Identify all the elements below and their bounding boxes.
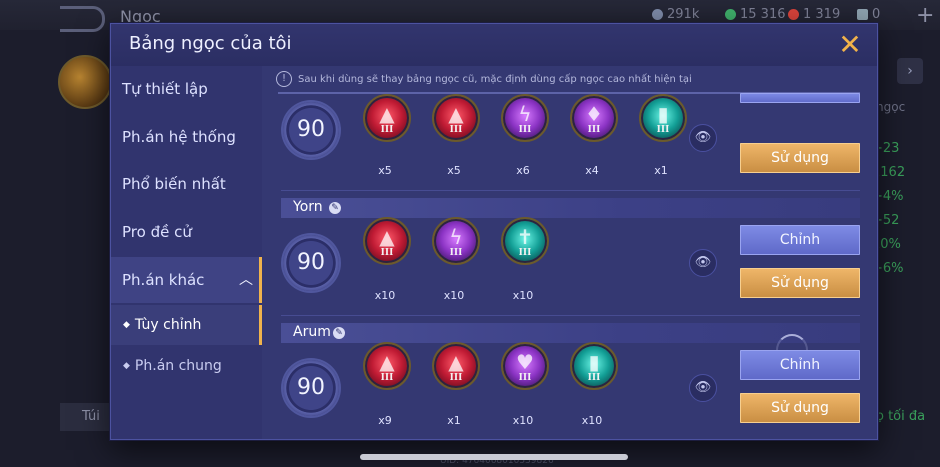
card-counter: 0 <box>857 7 880 22</box>
sidebar-item-system[interactable]: Ph.án hệ thống <box>111 114 262 160</box>
teal-rune-icon[interactable]: ▮ III <box>639 94 687 142</box>
rune-count: x5 <box>378 164 392 177</box>
divider <box>281 315 860 316</box>
eye-icon[interactable]: 👁 <box>689 124 717 152</box>
coin-counter: 291k <box>652 7 699 22</box>
eye-icon[interactable]: 👁 <box>689 374 717 402</box>
bullet-icon: ◆ <box>123 320 130 330</box>
add-icon[interactable]: + <box>916 3 934 28</box>
rune-count: x10 <box>512 414 534 427</box>
rune-count: x6 <box>516 164 530 177</box>
rune-count: x5 <box>447 164 461 177</box>
set-name: Yorn <box>293 199 323 215</box>
purple-rune-icon[interactable]: ♦ III <box>570 94 618 142</box>
sidebar-item-custom[interactable]: Tự thiết lập <box>111 66 262 112</box>
divider <box>281 190 860 191</box>
bullet-icon: ◆ <box>123 361 130 371</box>
card-icon <box>857 9 868 20</box>
sidebar-subitem-general[interactable]: ◆ Ph.án chung <box>111 346 262 386</box>
red-rune-icon[interactable]: ▲ III <box>432 342 480 390</box>
teal-rune-icon[interactable]: ✝ III <box>501 217 549 265</box>
sidebar-item-other[interactable]: Ph.án khác ︿ <box>111 257 262 303</box>
rune-level: 90 <box>283 235 339 291</box>
sidebar-item-popular[interactable]: Phổ biến nhất <box>111 161 262 207</box>
red-rune-icon[interactable]: ▲ III <box>363 342 411 390</box>
diamond-counter: 15 316 <box>725 7 786 22</box>
rune-count: x9 <box>378 414 392 427</box>
pencil-icon[interactable]: ✎ <box>329 202 341 214</box>
rune-count: x10 <box>443 289 465 302</box>
pencil-icon[interactable]: ✎ <box>333 327 345 339</box>
red-rune-icon[interactable]: ▲ III <box>432 94 480 142</box>
purple-rune-icon[interactable]: ϟ III <box>501 94 549 142</box>
notice: ! Sau khi dùng sẽ thay bảng ngọc cũ, mặc … <box>276 71 860 89</box>
rune-sets-modal: Bảng ngọc của tôi ✕ Tự thiết lập Ph.án h… <box>110 23 878 440</box>
edit-button[interactable]: Chỉnh <box>740 225 860 255</box>
set-header: Yorn ✎ <box>281 198 860 218</box>
sidebar: Tự thiết lập Ph.án hệ thống Phổ biến nhấ… <box>111 66 262 439</box>
use-button[interactable]: Sử dụng <box>740 268 860 298</box>
use-button[interactable]: Sử dụng <box>740 393 860 423</box>
rune-count: x10 <box>374 289 396 302</box>
ruby-counter: 1 319 <box>788 7 840 22</box>
rune-count: x4 <box>585 164 599 177</box>
set-header: Arum ✎ <box>281 323 860 343</box>
coin-icon <box>652 9 663 20</box>
edit-button[interactable]: Chỉnh <box>740 350 860 380</box>
set-name: Arum <box>293 324 331 340</box>
close-icon[interactable]: ✕ <box>835 30 865 60</box>
chevron-right-icon[interactable]: › <box>897 58 923 84</box>
info-icon: ! <box>276 71 292 87</box>
chevron-up-icon: ︿ <box>239 272 253 288</box>
rune-count: x10 <box>512 289 534 302</box>
modal-title: Bảng ngọc của tôi <box>129 33 292 54</box>
purple-rune-icon[interactable]: ϟ III <box>432 217 480 265</box>
sidebar-subitem-custom[interactable]: ◆ Tùy chỉnh <box>111 305 262 345</box>
edit-button[interactable] <box>740 93 860 103</box>
rune-count: x1 <box>447 414 461 427</box>
modal-header: Bảng ngọc của tôi ✕ <box>111 24 877 67</box>
eye-icon[interactable]: 👁 <box>689 249 717 277</box>
purple-rune-icon[interactable]: ♥ III <box>501 342 549 390</box>
back-icon[interactable] <box>60 6 105 32</box>
sidebar-item-pro[interactable]: Pro đề cử <box>111 209 262 255</box>
hero-avatar <box>58 55 112 109</box>
diamond-icon <box>725 9 736 20</box>
red-rune-icon[interactable]: ▲ III <box>363 94 411 142</box>
rune-count: x10 <box>581 414 603 427</box>
rune-level: 90 <box>283 102 339 158</box>
side-label: ngọc <box>876 100 906 114</box>
max-button[interactable]: ọ tối đa <box>876 403 925 431</box>
ruby-icon <box>788 9 799 20</box>
use-button[interactable]: Sử dụng <box>740 143 860 173</box>
teal-rune-icon[interactable]: ▮ III <box>570 342 618 390</box>
home-indicator[interactable] <box>360 454 628 460</box>
red-rune-icon[interactable]: ▲ III <box>363 217 411 265</box>
rune-set-list[interactable]: ! Sau khi dùng sẽ thay bảng ngọc cũ, mặc … <box>262 66 877 439</box>
rune-level: 90 <box>283 360 339 416</box>
rune-count: x1 <box>654 164 668 177</box>
